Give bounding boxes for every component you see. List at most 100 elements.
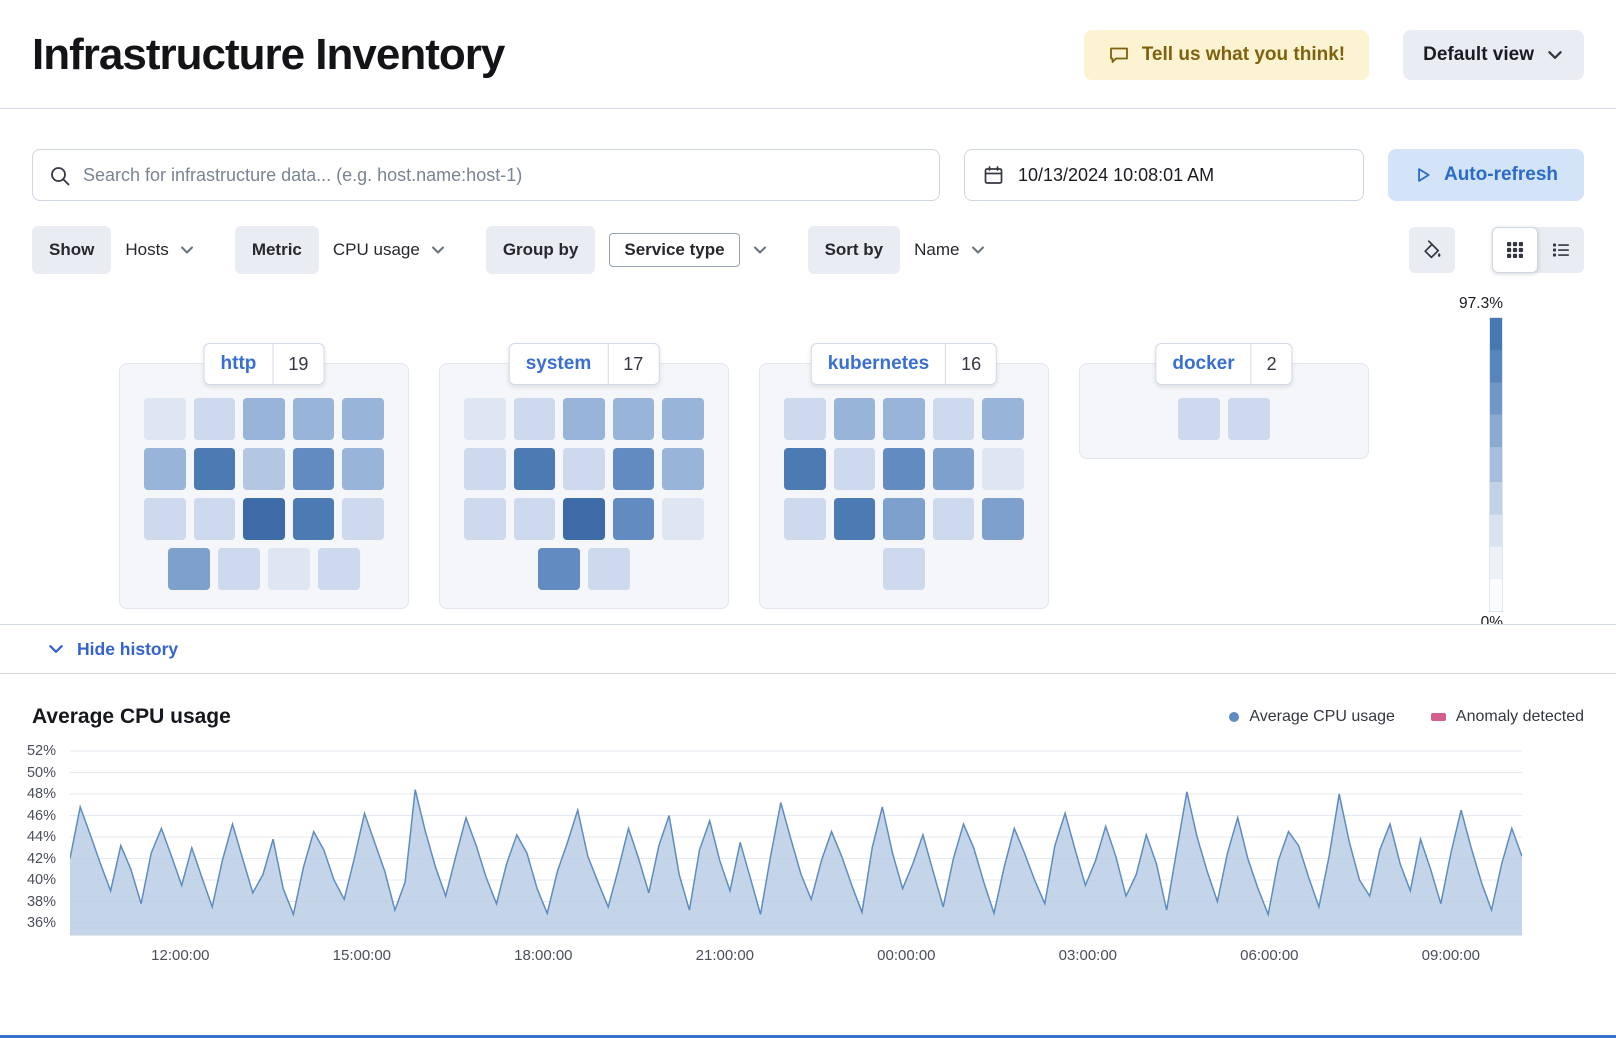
y-axis-label: 36%	[27, 915, 56, 931]
node-square[interactable]	[464, 448, 506, 490]
node-square[interactable]	[563, 498, 605, 540]
y-axis-label: 44%	[27, 829, 56, 845]
node-square[interactable]	[342, 498, 384, 540]
metric-filter-label: Metric	[235, 226, 319, 274]
node-square[interactable]	[293, 448, 335, 490]
date-picker[interactable]: 10/13/2024 10:08:01 AM	[964, 149, 1364, 201]
waffle-map: http19system17kubernetes16docker2 97.3% …	[32, 341, 1584, 609]
table-view-button[interactable]	[1538, 227, 1584, 273]
group-label-kubernetes[interactable]: kubernetes16	[811, 343, 997, 385]
node-square[interactable]	[514, 498, 556, 540]
node-square[interactable]	[784, 498, 826, 540]
node-square[interactable]	[662, 498, 704, 540]
group-name: http	[205, 344, 273, 384]
node-square[interactable]	[514, 448, 556, 490]
node-grid	[144, 398, 384, 590]
node-square[interactable]	[342, 448, 384, 490]
node-square[interactable]	[293, 498, 335, 540]
metric-filter[interactable]: Metric CPU usage	[235, 226, 456, 274]
group-by-filter-value[interactable]: Service type	[609, 233, 739, 267]
node-square[interactable]	[834, 398, 876, 440]
x-axis-label: 15:00:00	[317, 947, 407, 964]
feedback-label: Tell us what you think!	[1142, 44, 1345, 66]
group-label-docker[interactable]: docker2	[1155, 343, 1292, 385]
node-square[interactable]	[662, 398, 704, 440]
node-square[interactable]	[784, 448, 826, 490]
paint-fill-icon	[1422, 240, 1442, 260]
node-square[interactable]	[563, 448, 605, 490]
node-square[interactable]	[194, 398, 236, 440]
node-square[interactable]	[982, 498, 1024, 540]
group-label-system[interactable]: system17	[509, 343, 660, 385]
node-square[interactable]	[538, 548, 580, 590]
node-square[interactable]	[243, 398, 285, 440]
node-square[interactable]	[588, 548, 630, 590]
node-square[interactable]	[243, 448, 285, 490]
chevron-down-icon	[1546, 46, 1564, 64]
waffle-group-kubernetes: kubernetes16	[759, 363, 1049, 609]
y-axis-label: 40%	[27, 872, 56, 888]
node-square[interactable]	[933, 448, 975, 490]
node-square[interactable]	[563, 398, 605, 440]
node-row	[464, 498, 704, 540]
cpu-usage-chart[interactable]: 52%50%48%46%44%42%40%38%36% 12:00:0015:0…	[0, 743, 1616, 983]
group-label-http[interactable]: http19	[204, 343, 325, 385]
node-square[interactable]	[144, 398, 186, 440]
node-square[interactable]	[784, 398, 826, 440]
node-square[interactable]	[982, 398, 1024, 440]
node-square[interactable]	[834, 498, 876, 540]
show-filter[interactable]: Show Hosts	[32, 226, 205, 274]
node-grid	[1104, 398, 1344, 440]
play-icon	[1414, 166, 1432, 184]
node-square[interactable]	[194, 498, 236, 540]
legend-gradient-bar[interactable]	[1489, 317, 1503, 612]
hide-history-toggle[interactable]: Hide history	[0, 624, 1616, 674]
group-name: system	[510, 344, 608, 384]
node-square[interactable]	[268, 548, 310, 590]
legend-item-anomaly[interactable]: Anomaly detected	[1431, 708, 1584, 726]
node-square[interactable]	[464, 498, 506, 540]
legend-item-cpu[interactable]: Average CPU usage	[1229, 708, 1395, 726]
sort-by-filter[interactable]: Sort by Name	[808, 226, 996, 274]
calendar-icon	[983, 165, 1004, 186]
node-square[interactable]	[883, 548, 925, 590]
auto-refresh-button[interactable]: Auto-refresh	[1388, 149, 1584, 201]
node-square[interactable]	[144, 448, 186, 490]
node-square[interactable]	[464, 398, 506, 440]
group-count: 16	[946, 344, 996, 384]
node-square[interactable]	[1178, 398, 1220, 440]
view-selector-button[interactable]: Default view	[1403, 30, 1584, 80]
x-axis-label: 21:00:00	[680, 947, 770, 964]
node-square[interactable]	[613, 448, 655, 490]
node-square[interactable]	[342, 398, 384, 440]
node-square[interactable]	[613, 498, 655, 540]
node-square[interactable]	[1228, 398, 1270, 440]
node-square[interactable]	[194, 448, 236, 490]
search-input[interactable]	[33, 150, 939, 200]
node-square[interactable]	[293, 398, 335, 440]
view-label: Default view	[1423, 44, 1534, 66]
feedback-button[interactable]: Tell us what you think!	[1084, 30, 1369, 80]
node-square[interactable]	[514, 398, 556, 440]
node-square[interactable]	[613, 398, 655, 440]
node-square[interactable]	[933, 398, 975, 440]
node-square[interactable]	[168, 548, 210, 590]
node-square[interactable]	[982, 448, 1024, 490]
node-square[interactable]	[218, 548, 260, 590]
node-square[interactable]	[883, 398, 925, 440]
metric-filter-value: CPU usage	[333, 240, 420, 260]
node-row	[144, 498, 384, 540]
grid-view-button[interactable]	[1492, 227, 1538, 273]
legend-anomaly-label: Anomaly detected	[1456, 708, 1584, 726]
node-square[interactable]	[933, 498, 975, 540]
node-square[interactable]	[144, 498, 186, 540]
color-palette-button[interactable]	[1409, 227, 1455, 273]
node-square[interactable]	[662, 448, 704, 490]
node-square[interactable]	[834, 448, 876, 490]
node-square[interactable]	[883, 448, 925, 490]
group-by-filter[interactable]: Group by Service type	[486, 226, 778, 274]
node-square[interactable]	[243, 498, 285, 540]
y-axis-label: 52%	[27, 743, 56, 759]
node-square[interactable]	[318, 548, 360, 590]
node-square[interactable]	[883, 498, 925, 540]
